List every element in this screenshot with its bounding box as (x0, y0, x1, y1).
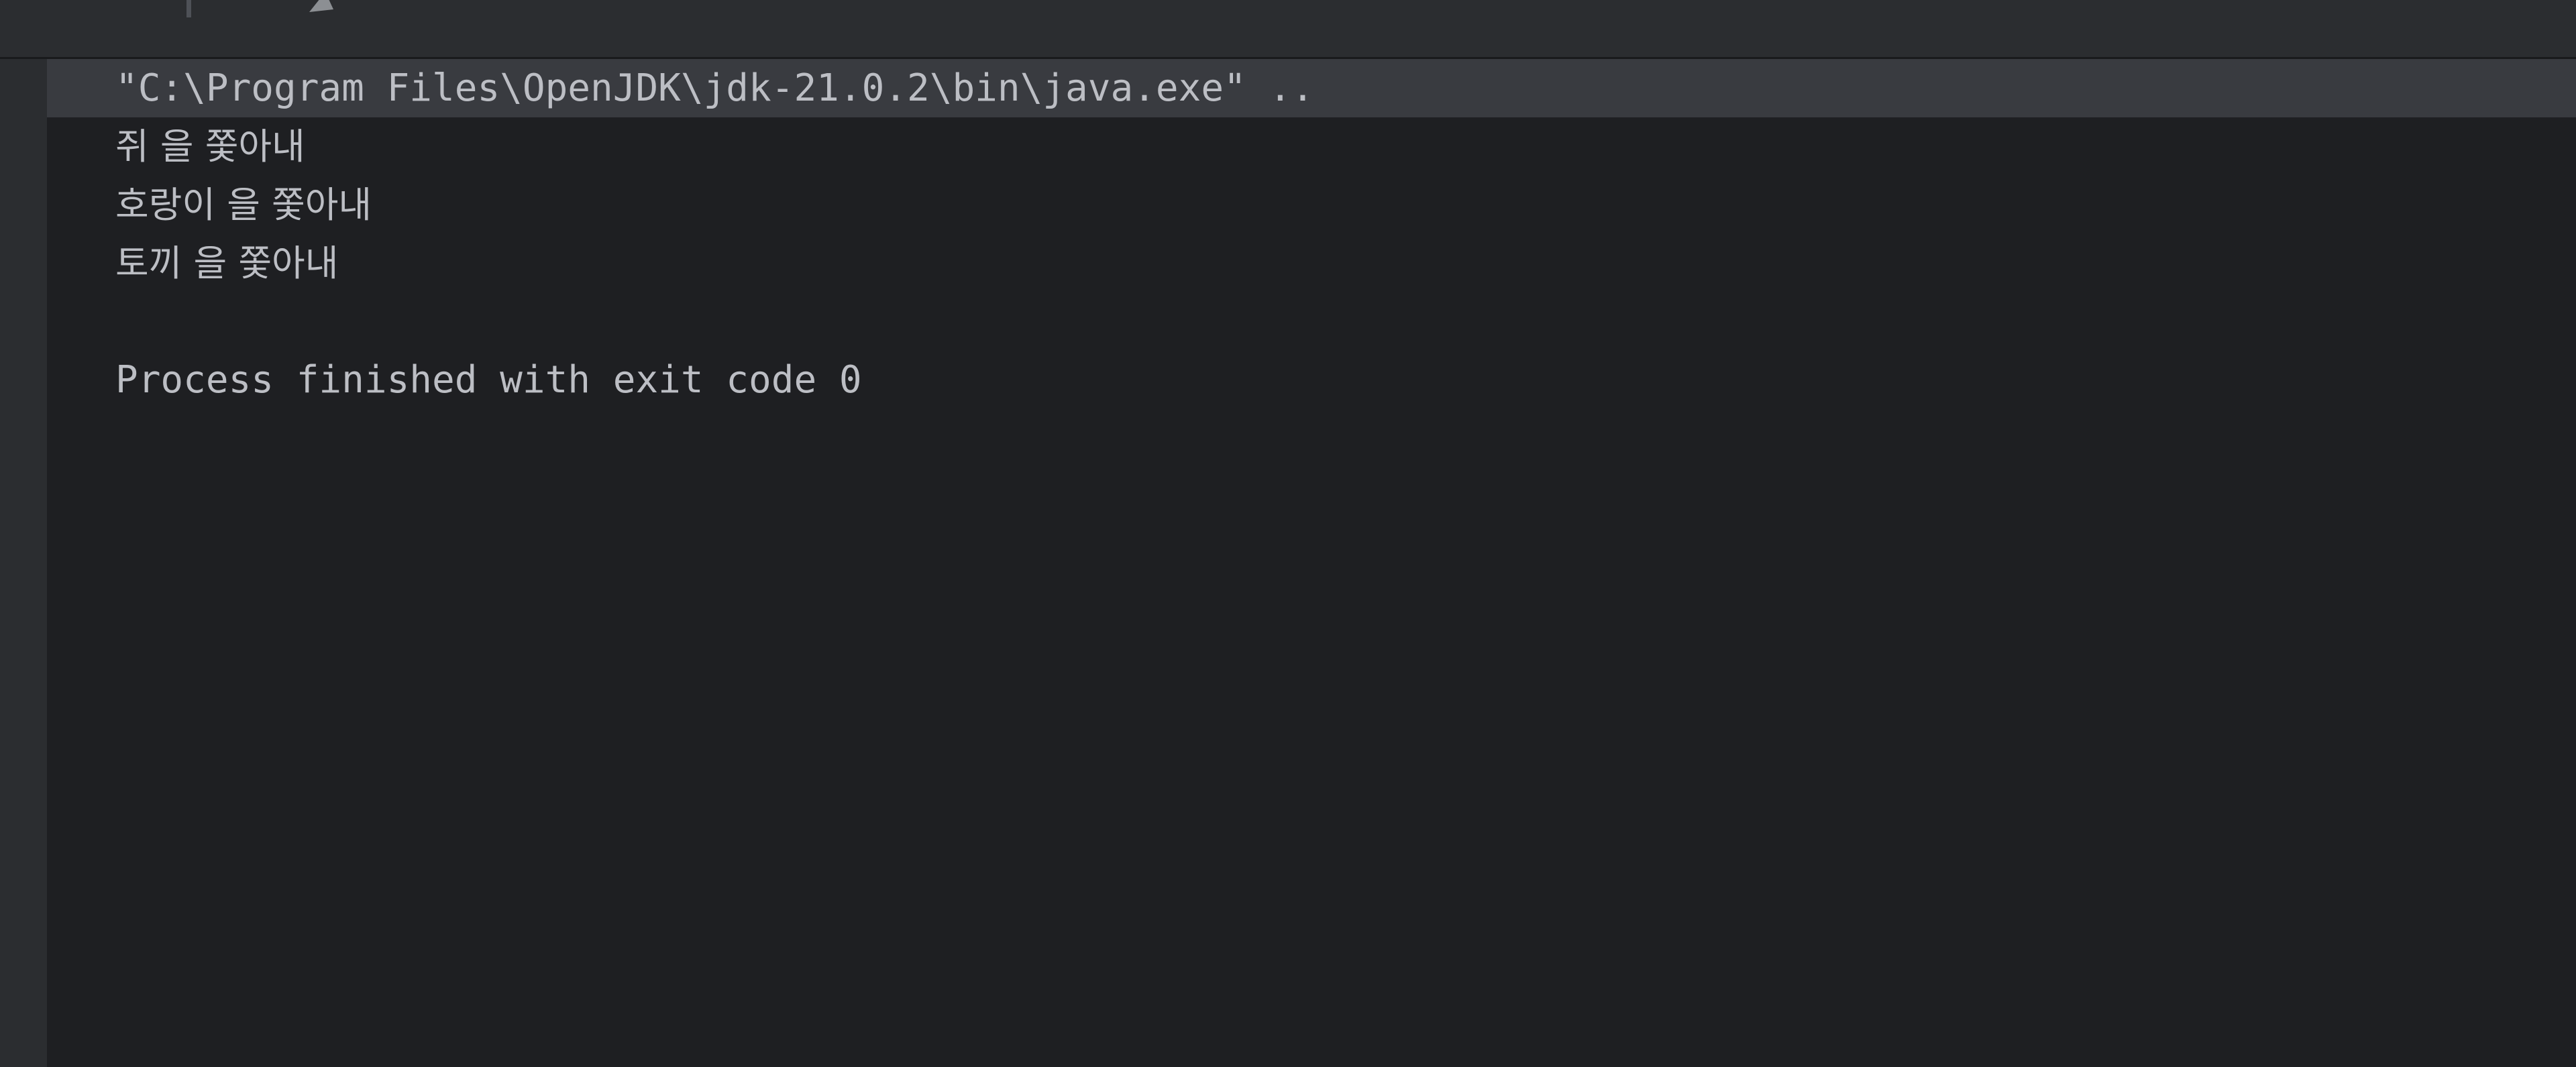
console-line-command-line[interactable]: "C:\Program Files\OpenJDK\jdk-21.0.2\bin… (47, 59, 2576, 117)
console-line-blank-line[interactable] (47, 292, 2576, 351)
tool-window-stripe[interactable] (0, 59, 47, 1067)
partial-toolbar-glyph (305, 0, 336, 16)
console-line-text (115, 292, 138, 351)
console-line-output-line-2[interactable]: 호랑이 을 쫓아내 (47, 176, 2576, 234)
run-console-panel: "C:\Program Files\OpenJDK\jdk-21.0.2\bin… (0, 59, 2576, 1067)
console-line-text: 쥐 을 쫓아내 (115, 125, 305, 168)
console-line-output-line-3[interactable]: 토끼 을 쫓아내 (47, 234, 2576, 292)
console-line-text: 토끼 을 쫓아내 (115, 242, 339, 284)
text-caret (186, 0, 191, 17)
console-line-text: "C:\Program Files\OpenJDK\jdk-21.0.2\bin… (115, 66, 1314, 110)
console-line-text: 호랑이 을 쫓아내 (115, 184, 372, 226)
toolbar-strip (0, 0, 2576, 59)
console-line-process-exit-line[interactable]: Process finished with exit code 0 (47, 351, 2576, 409)
console-output-area[interactable]: "C:\Program Files\OpenJDK\jdk-21.0.2\bin… (47, 59, 2576, 1067)
console-line-text: Process finished with exit code 0 (115, 358, 862, 402)
console-line-output-line-1[interactable]: 쥐 을 쫓아내 (47, 117, 2576, 176)
